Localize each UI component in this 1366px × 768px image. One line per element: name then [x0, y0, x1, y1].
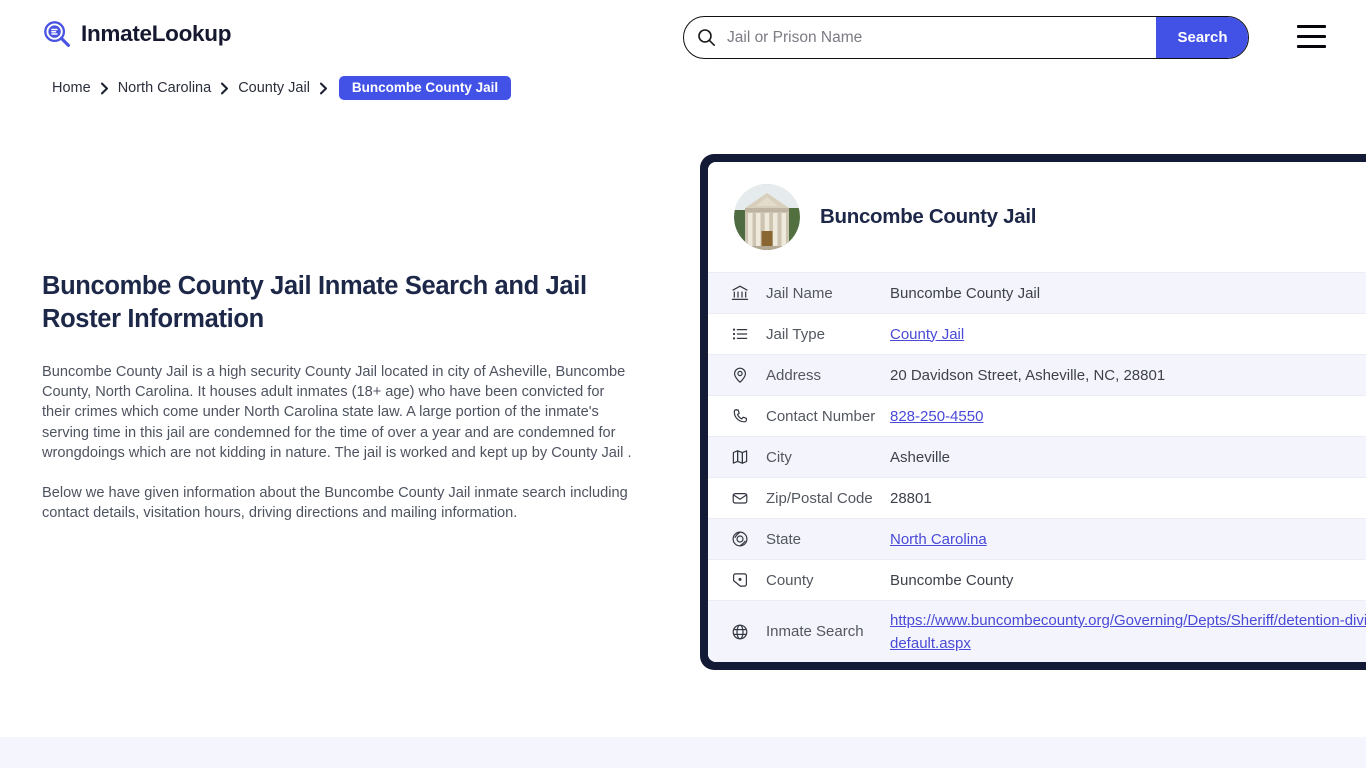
description-paragraph-2: Below we have given information about th…	[42, 485, 628, 522]
table-row: Zip/Postal Code 28801	[708, 477, 1366, 518]
table-row: State North Carolina	[708, 518, 1366, 559]
brand-logo[interactable]: InmateLookup	[42, 19, 231, 49]
breadcrumb: Home North Carolina County Jail Buncombe…	[52, 76, 512, 100]
search-button[interactable]: Search	[1156, 17, 1248, 58]
breadcrumb-current: Buncombe County Jail	[338, 76, 512, 100]
row-value-link[interactable]: 828-250-4550	[890, 408, 1366, 425]
breadcrumb-item-north-carolina[interactable]: North Carolina	[118, 80, 212, 96]
table-row: Jail Type County Jail	[708, 313, 1366, 354]
breadcrumb-item-county-jail[interactable]: County Jail	[238, 80, 310, 96]
table-row: Contact Number 828-250-4550	[708, 395, 1366, 436]
folded-map-icon	[730, 447, 750, 467]
site-header: InmateLookup Search	[0, 0, 1366, 73]
hamburger-menu-icon[interactable]	[1297, 25, 1327, 48]
row-label: Address	[766, 366, 822, 384]
bottom-section-band	[0, 737, 1366, 768]
jail-card-title: Buncombe County Jail	[820, 205, 1037, 228]
table-row: Address 20 Davidson Street, Asheville, N…	[708, 354, 1366, 395]
chevron-right-icon	[220, 82, 229, 95]
hamburger-bar	[1297, 25, 1326, 29]
row-value: Buncombe County	[890, 571, 1014, 589]
search-icon	[684, 28, 716, 47]
globe-icon	[730, 529, 750, 549]
table-row: Inmate Search https://www.buncombecounty…	[708, 600, 1366, 662]
breadcrumb-item-home[interactable]: Home	[52, 80, 91, 96]
table-row: Jail Name Buncombe County Jail	[708, 272, 1366, 313]
county-map-icon	[730, 570, 750, 590]
web-globe-icon	[730, 622, 750, 642]
jail-card-header: Buncombe County Jail	[708, 162, 1366, 272]
search-input[interactable]	[716, 17, 1156, 58]
hamburger-bar	[1297, 34, 1326, 39]
jail-info-card-inner: Buncombe County Jail Jail Name Buncombe …	[708, 162, 1366, 662]
row-label: City	[766, 448, 792, 466]
phone-icon	[730, 406, 750, 426]
magnifier-list-logo-icon	[42, 19, 72, 49]
chevron-right-icon	[100, 82, 109, 95]
row-label: Jail Name	[766, 284, 833, 302]
table-row: County Buncombe County	[708, 559, 1366, 600]
search-bar[interactable]: Search	[683, 16, 1249, 59]
row-label: County	[766, 571, 814, 589]
row-label: Contact Number	[766, 407, 876, 425]
row-value: Asheville	[890, 448, 951, 466]
bank-building-icon	[730, 283, 750, 303]
envelope-icon	[730, 488, 750, 508]
description-paragraph-1: Buncombe County Jail is a high security …	[42, 364, 632, 461]
page-root: InmateLookup Search Home North Car	[0, 0, 1366, 768]
brand-name: InmateLookup	[81, 21, 232, 46]
row-value: Buncombe County Jail	[890, 284, 1041, 302]
row-value: 20 Davidson Street, Asheville, NC, 28801	[890, 366, 1166, 384]
chevron-right-icon	[319, 82, 328, 95]
main-content: Buncombe County Jail Inmate Search and J…	[42, 270, 642, 523]
jail-info-card: Buncombe County Jail Jail Name Buncombe …	[700, 154, 1366, 670]
jail-details-table: Jail Name Buncombe County Jail Jail Type…	[708, 272, 1366, 662]
hamburger-bar	[1297, 44, 1326, 48]
row-value-link[interactable]: https://www.buncombecounty.org/Governing…	[890, 609, 1366, 655]
list-icon	[730, 324, 750, 344]
row-value-link[interactable]: County Jail	[890, 326, 1366, 343]
row-label: Inmate Search	[766, 623, 864, 640]
map-pin-icon	[730, 365, 750, 385]
row-label: Jail Type	[766, 325, 825, 343]
row-label: Zip/Postal Code	[766, 489, 873, 507]
page-title: Buncombe County Jail Inmate Search and J…	[42, 272, 587, 333]
row-value-link[interactable]: North Carolina	[890, 531, 1366, 548]
table-row: City Asheville	[708, 436, 1366, 477]
courthouse-building-photo	[734, 184, 800, 250]
row-value: 28801	[890, 489, 932, 507]
row-label: State	[766, 530, 802, 548]
